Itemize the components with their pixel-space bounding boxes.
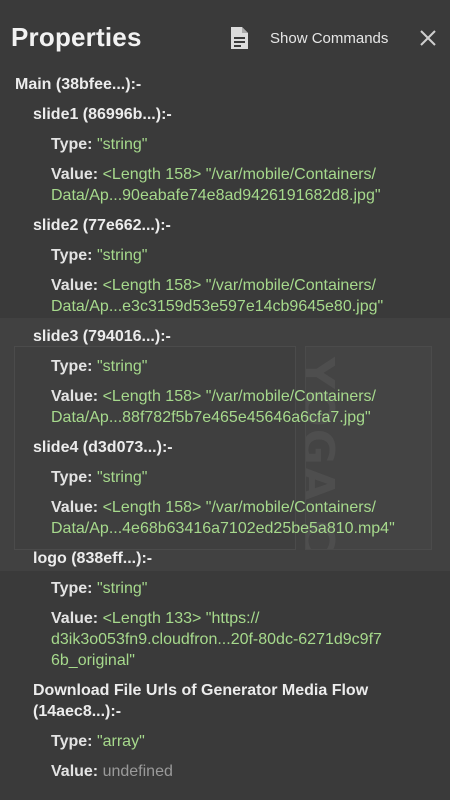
type-value: "string": [96, 358, 148, 375]
properties-panel: YOGA CLASS Properties Show Commands Main…: [0, 0, 450, 800]
type-value: "string": [96, 580, 148, 597]
value-text-line1: <Length 158> "/var/mobile/Containers/: [102, 388, 376, 405]
type-key: Type:: [51, 580, 97, 597]
value-key: Value:: [51, 763, 103, 780]
document-icon[interactable]: [228, 26, 250, 50]
type-value: "string": [96, 469, 148, 486]
logo-type-row: Type: "string": [51, 578, 147, 599]
tree-node-main[interactable]: Main (38bfee...):-: [15, 74, 141, 95]
type-value: "string": [96, 247, 148, 264]
logo-value-row: Value: <Length 133> "https://: [51, 608, 260, 629]
type-key: Type:: [51, 469, 97, 486]
show-commands-button[interactable]: Show Commands: [270, 30, 388, 47]
tree-node-slide4[interactable]: slide4 (d3d073...):-: [33, 437, 173, 458]
value-text-line1: <Length 158> "/var/mobile/Containers/: [102, 499, 376, 516]
value-key: Value:: [51, 610, 103, 627]
type-key: Type:: [51, 247, 97, 264]
tree-node-slide2[interactable]: slide2 (77e662...):-: [33, 215, 171, 236]
value-undefined: undefined: [102, 763, 173, 780]
tree-node-download-urls[interactable]: Download File Urls of Generator Media Fl…: [33, 680, 368, 701]
value-key: Value:: [51, 166, 103, 183]
slide4-value-row: Value: <Length 158> "/var/mobile/Contain…: [51, 497, 376, 518]
download-type-row: Type: "array": [51, 731, 145, 752]
page-title: Properties: [11, 22, 142, 52]
value-text-line1: <Length 158> "/var/mobile/Containers/: [102, 277, 376, 294]
slide2-value-row: Value: <Length 158> "/var/mobile/Contain…: [51, 275, 376, 296]
slide1-type-row: Type: "string": [51, 134, 147, 155]
tree-node-slide3[interactable]: slide3 (794016...):-: [33, 326, 171, 347]
type-key: Type:: [51, 136, 97, 153]
slide3-value-line2: Data/Ap...88f782f5b7e465e45646a6cfa7.jpg…: [51, 409, 371, 426]
download-value-row: Value: undefined: [51, 761, 173, 782]
slide1-value-line2: Data/Ap...90eabafe74e8ad9426191682d8.jpg…: [51, 187, 381, 204]
slide1-value-row: Value: <Length 158> "/var/mobile/Contain…: [51, 164, 376, 185]
value-key: Value:: [51, 499, 103, 516]
tree-node-slide1[interactable]: slide1 (86996b...):-: [33, 104, 172, 125]
slide4-value-line2: Data/Ap...4e68b63416a7102ed25be5a810.mp4…: [51, 520, 395, 537]
panel-header: Properties Show Commands: [0, 0, 450, 72]
close-icon[interactable]: [418, 28, 438, 48]
tree-node-logo[interactable]: logo (838eff...):-: [33, 548, 152, 569]
value-key: Value:: [51, 277, 103, 294]
type-value: "array": [96, 733, 145, 750]
logo-value-line2: d3ik3o053fn9.cloudfron...20f-80dc-6271d9…: [51, 631, 382, 648]
type-key: Type:: [51, 733, 97, 750]
slide2-value-line2: Data/Ap...e3c3159d53e597e14cb9645e80.jpg…: [51, 298, 384, 315]
slide3-type-row: Type: "string": [51, 356, 147, 377]
slide4-type-row: Type: "string": [51, 467, 147, 488]
logo-value-line3: 6b_original": [51, 652, 135, 669]
value-text-line1: <Length 133> "https://: [102, 610, 260, 627]
value-text-line1: <Length 158> "/var/mobile/Containers/: [102, 166, 376, 183]
type-key: Type:: [51, 358, 97, 375]
slide2-type-row: Type: "string": [51, 245, 147, 266]
value-key: Value:: [51, 388, 103, 405]
tree-node-download-urls-id[interactable]: (14aec8...):-: [33, 701, 121, 722]
slide3-value-row: Value: <Length 158> "/var/mobile/Contain…: [51, 386, 376, 407]
type-value: "string": [96, 136, 148, 153]
